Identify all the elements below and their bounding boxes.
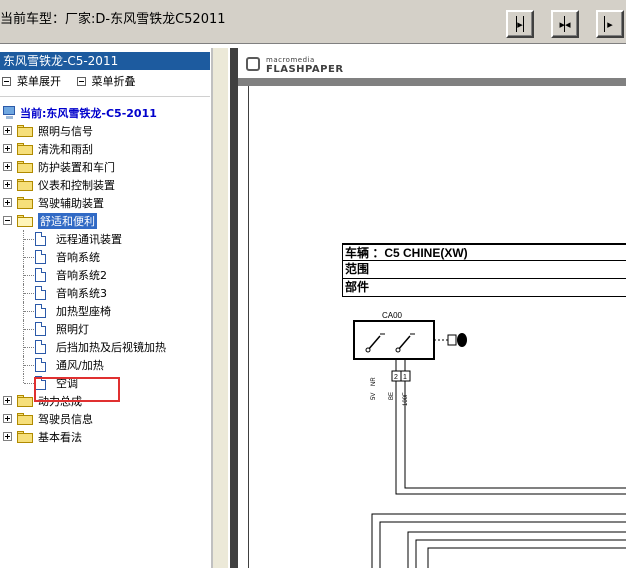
tree-item[interactable]: 音响系统3 (0, 284, 212, 302)
fit-page-icon (516, 16, 517, 32)
tree-item[interactable]: 远程通讯装置 (0, 230, 212, 248)
harness-frame (415, 539, 626, 568)
tree-group-lighting[interactable]: 照明与信号 (0, 122, 212, 140)
fit-width-button[interactable]: ▸◂ (551, 10, 579, 38)
tree-actions: 菜单展开 菜单折叠 (2, 73, 148, 89)
document-icon (35, 340, 46, 354)
document-icon (35, 304, 46, 318)
wire-label: 5V (371, 393, 377, 400)
wire (395, 381, 626, 495)
pin-label: 1 (403, 374, 407, 381)
panel-splitter[interactable] (212, 48, 228, 568)
harness-frame (407, 531, 626, 568)
folder-icon (17, 413, 33, 425)
contact-terminal (365, 347, 371, 353)
tree-item[interactable]: 音响系统 (0, 248, 212, 266)
expand-plus-icon[interactable] (3, 414, 12, 423)
key-head-icon (457, 333, 467, 347)
first-page-icon (604, 16, 605, 32)
tree-panel: 东风雪铁龙-C5-2011 菜单展开 菜单折叠 当前:东风雪铁龙-C5-2011… (0, 48, 212, 568)
contact-terminal (395, 347, 401, 353)
wire-label: 100F (403, 392, 409, 406)
tree-group-doors[interactable]: 防护装置和车门 (0, 158, 212, 176)
wire-label: NR (371, 377, 377, 386)
red-highlight-box (34, 377, 120, 402)
collapse-minus-icon[interactable] (3, 216, 12, 225)
first-page-button[interactable]: ▸ (596, 10, 624, 38)
computer-icon (3, 106, 16, 120)
tree-group-driver-info[interactable]: 驾驶员信息 (0, 410, 212, 428)
folder-icon (17, 143, 33, 155)
document-icon (35, 286, 46, 300)
tree-group-comfort[interactable]: 舒适和便利 (0, 212, 212, 230)
expand-plus-icon[interactable] (3, 126, 12, 135)
collapse-icon (76, 76, 86, 86)
divider (0, 96, 210, 97)
tree-item[interactable]: 加热型座椅 (0, 302, 212, 320)
tree-item[interactable]: 音响系统2 (0, 266, 212, 284)
tree-root-label: 当前:东风雪铁龙-C5-2011 (20, 107, 157, 120)
window-title: 当前车型：厂家:D-东风雪铁龙C52011 (0, 12, 226, 27)
tree-item[interactable]: 后挡加热及后视镜加热 (0, 338, 212, 356)
expand-plus-icon[interactable] (3, 432, 12, 441)
tree-item[interactable]: 通风/加热 (0, 356, 212, 374)
expand-plus-icon[interactable] (3, 198, 12, 207)
open-folder-icon (17, 215, 33, 227)
tree-group-comfort-label: 舒适和便利 (38, 213, 97, 229)
component-label: CA00 (382, 311, 403, 320)
tree-group-driving-aids[interactable]: 驾驶辅助装置 (0, 194, 212, 212)
pin-label: 2 (394, 374, 398, 381)
document-icon (35, 250, 46, 264)
tree-group-wipers[interactable]: 清洗和雨刮 (0, 140, 212, 158)
key-icon (447, 334, 457, 346)
document-icon (35, 322, 46, 336)
title-bar: 当前车型：厂家:D-东风雪铁龙C52011 ▸ ▸◂ ▸ (0, 0, 626, 44)
folder-icon (17, 197, 33, 209)
wire (404, 381, 626, 489)
tree-header: 东风雪铁龙-C5-2011 (0, 52, 210, 70)
tree-group-instruments[interactable]: 仪表和控制装置 (0, 176, 212, 194)
expand-icon (2, 76, 11, 86)
expand-all-button[interactable]: 菜单展开 (2, 73, 61, 89)
collapse-all-button[interactable]: 菜单折叠 (76, 73, 136, 89)
folder-icon (17, 125, 33, 137)
document-icon (35, 358, 46, 372)
wire-label: BE (389, 392, 395, 400)
tree-group-basics[interactable]: 基本看法 (0, 428, 212, 446)
component-box (353, 320, 435, 360)
document-viewer: macromedia FLASHPAPER 车辆 ：C5 CHINE(XW) 范… (230, 48, 626, 568)
tree-item[interactable]: 照明灯 (0, 320, 212, 338)
folder-icon (17, 161, 33, 173)
harness-frame (379, 521, 626, 568)
expand-plus-icon[interactable] (3, 180, 12, 189)
tree-root[interactable]: 当前:东风雪铁龙-C5-2011 (0, 104, 212, 122)
folder-icon (17, 179, 33, 191)
document-icon (35, 232, 46, 246)
fit-page-button[interactable]: ▸ (506, 10, 534, 38)
expand-plus-icon[interactable] (3, 396, 12, 405)
harness-frame (427, 547, 626, 568)
expand-plus-icon[interactable] (3, 162, 12, 171)
document-icon (35, 268, 46, 282)
expand-plus-icon[interactable] (3, 144, 12, 153)
wiring-diagram: CA00 2 1 5V NR BE 100F (353, 311, 626, 568)
folder-icon (17, 431, 33, 443)
folder-icon (17, 395, 33, 407)
